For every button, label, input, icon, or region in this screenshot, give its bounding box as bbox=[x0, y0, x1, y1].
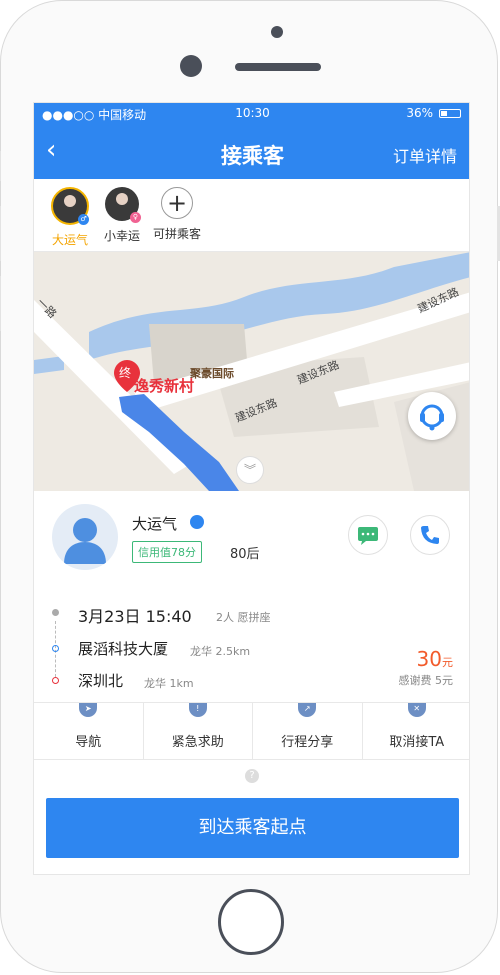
passenger-avatar bbox=[52, 504, 118, 570]
customer-service-button[interactable] bbox=[408, 392, 456, 440]
trip-info: 3月23日 15:40 2人 愿拼座 展滔科技大厦 龙华 2.5km 深圳北 龙… bbox=[34, 595, 469, 701]
earpiece-speaker bbox=[235, 63, 321, 71]
home-button[interactable] bbox=[218, 889, 284, 955]
passenger-avatar: ♀ bbox=[105, 187, 141, 223]
map-building-label: 聚豪国际 bbox=[190, 367, 234, 380]
navigate-button[interactable]: ➤ 导航 bbox=[34, 703, 144, 759]
action-bar: ➤ 导航 ! 紧急求助 ↗ 行程分享 ✕ 取消接TA bbox=[34, 702, 470, 760]
battery-status: 36% bbox=[406, 106, 461, 120]
battery-percent: 36% bbox=[406, 106, 433, 120]
message-button[interactable] bbox=[348, 515, 388, 555]
passenger-card: 大运气 信用值78分 80后 bbox=[34, 491, 469, 596]
add-passenger-button[interactable]: + 可拼乘客 bbox=[144, 187, 210, 242]
trip-origin-detail: 龙华 2.5km bbox=[190, 645, 251, 658]
chevron-down-icon[interactable]: ︾ bbox=[236, 456, 264, 484]
trip-datetime: 3月23日 15:40 bbox=[78, 607, 192, 626]
plus-icon: + bbox=[161, 187, 193, 219]
trip-origin: 展滔科技大厦 bbox=[78, 640, 169, 658]
cancel-icon: ✕ bbox=[407, 703, 426, 717]
user-placeholder-icon bbox=[64, 518, 106, 564]
origin-dot-icon bbox=[52, 645, 59, 652]
trip-destination: 深圳北 bbox=[78, 672, 124, 690]
time-dot-icon bbox=[52, 609, 59, 616]
chat-bubble-icon bbox=[358, 527, 378, 545]
trip-destination-detail: 龙华 1km bbox=[144, 677, 194, 690]
call-button[interactable] bbox=[410, 515, 450, 555]
credit-score-badge: 信用值78分 bbox=[132, 541, 202, 563]
passenger-avatar: ♂ bbox=[51, 187, 89, 225]
order-details-link[interactable]: 订单详情 bbox=[393, 143, 457, 167]
help-icon[interactable]: ? bbox=[245, 769, 259, 783]
thanks-fee: 感谢费 5元 bbox=[398, 674, 454, 687]
emergency-icon: ! bbox=[188, 703, 207, 717]
nav-bar: ‹ 接乘客 订单详情 bbox=[34, 125, 469, 179]
arrive-at-pickup-button[interactable]: 到达乘客起点 bbox=[46, 798, 459, 858]
battery-icon bbox=[439, 108, 461, 118]
destination-dot-icon bbox=[52, 677, 59, 684]
add-passenger-label: 可拼乘客 bbox=[152, 227, 201, 241]
volume-up-button bbox=[0, 206, 1, 261]
volume-down-button bbox=[0, 276, 1, 331]
male-badge-icon bbox=[190, 515, 204, 529]
navigation-icon: ➤ bbox=[79, 703, 98, 717]
passenger-age-group: 80后 bbox=[230, 547, 260, 562]
mute-switch bbox=[0, 151, 1, 181]
emergency-button[interactable]: ! 紧急求助 bbox=[144, 703, 253, 759]
action-label: 取消接TA bbox=[389, 735, 445, 750]
price-value: 30 bbox=[416, 647, 442, 671]
trip-price: 30元 bbox=[417, 647, 453, 671]
proximity-sensor bbox=[180, 55, 202, 77]
app-screen: ●●●○○ 中国移动 10:30 36% ‹ 接乘客 订单详情 ♂ 大运气 ♀ … bbox=[33, 102, 470, 875]
share-trip-button[interactable]: ↗ 行程分享 bbox=[253, 703, 363, 759]
destination-label: 逸秀新村 bbox=[134, 377, 195, 395]
route-map[interactable]: 建设东路 建设东路 建设东路 一路 聚豪国际 终 逸秀新村 ︾ bbox=[34, 252, 469, 491]
price-unit: 元 bbox=[442, 656, 453, 669]
headset-icon bbox=[420, 404, 444, 431]
action-label: 行程分享 bbox=[281, 735, 334, 750]
share-icon: ↗ bbox=[298, 703, 317, 717]
status-bar: ●●●○○ 中国移动 10:30 36% bbox=[34, 103, 469, 125]
cancel-pickup-button[interactable]: ✕ 取消接TA bbox=[363, 703, 470, 759]
status-time: 10:30 bbox=[235, 106, 270, 120]
female-badge-icon: ♀ bbox=[130, 212, 141, 223]
passenger-name: 大运气 bbox=[132, 515, 178, 533]
passenger-strip: ♂ 大运气 ♀ 小幸运 + 可拼乘客 bbox=[34, 179, 469, 252]
phone-icon bbox=[421, 526, 439, 544]
map-canvas bbox=[34, 252, 469, 491]
destination-marker-text: 终 bbox=[119, 366, 132, 380]
action-label: 紧急求助 bbox=[171, 735, 224, 750]
action-label: 导航 bbox=[75, 735, 102, 750]
trip-seats: 2人 愿拼座 bbox=[216, 611, 271, 624]
phone-frame: ●●●○○ 中国移动 10:30 36% ‹ 接乘客 订单详情 ♂ 大运气 ♀ … bbox=[0, 0, 500, 973]
front-camera bbox=[271, 26, 283, 38]
male-badge-icon: ♂ bbox=[78, 214, 89, 225]
